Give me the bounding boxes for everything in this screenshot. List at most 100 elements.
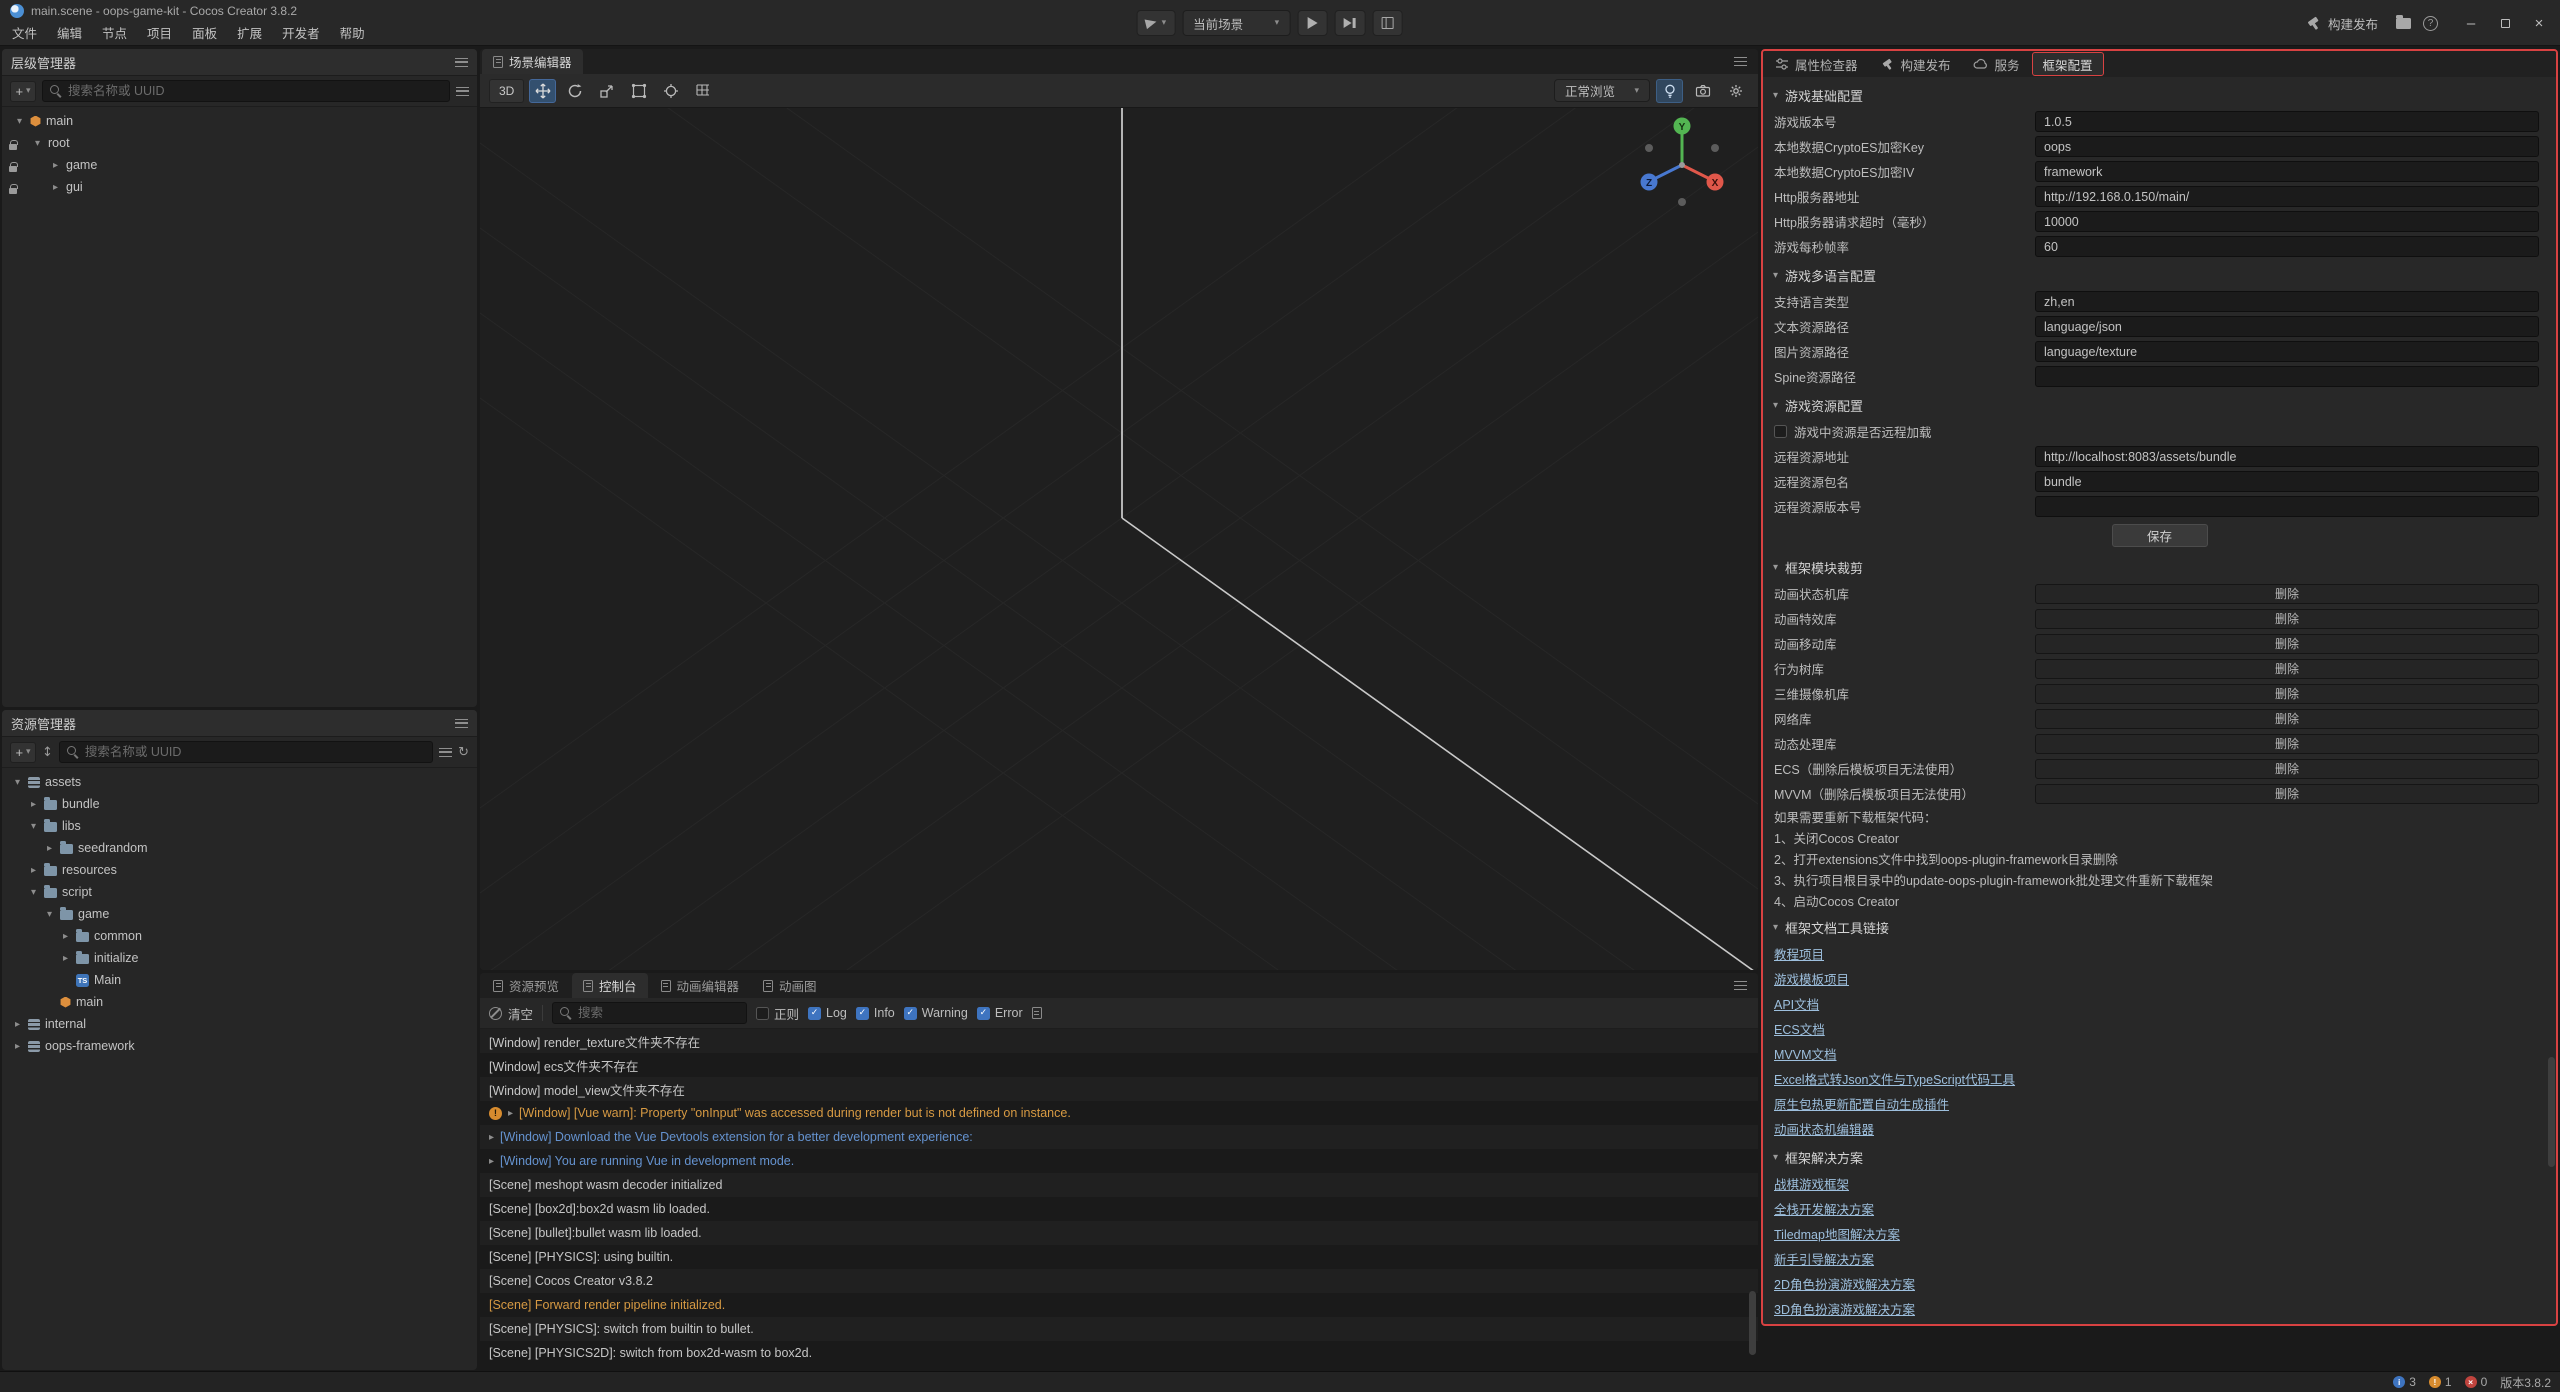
expand-chevron-icon[interactable]: ▸ (508, 1108, 513, 1119)
game-version-input[interactable] (2035, 111, 2539, 132)
filter-icon[interactable] (456, 87, 469, 96)
link-tiledmap-solution[interactable]: Tiledmap地图解决方案 (1763, 1221, 2556, 1246)
regex-checkbox[interactable]: 正则 (756, 1004, 799, 1023)
delete-button[interactable]: 删除 (2035, 709, 2539, 729)
lock-icon[interactable] (9, 183, 17, 197)
console-search-input[interactable] (578, 1006, 739, 1020)
maximize-button[interactable] (2490, 9, 2520, 37)
log-row-warning[interactable]: ! ▸ [Window] [Vue warn]: Property "onInp… (480, 1101, 1758, 1125)
sort-icon[interactable]: ↕ (42, 745, 53, 760)
fps-input[interactable] (2035, 236, 2539, 257)
menu-extension[interactable]: 扩展 (228, 22, 271, 43)
remote-load-checkbox[interactable]: 游戏中资源是否远程加载 (1763, 419, 2556, 444)
clear-console-button[interactable]: 清空 (489, 1004, 533, 1023)
log-row[interactable]: [Scene] [bullet]:bullet wasm lib loaded. (480, 1221, 1758, 1245)
delete-button[interactable]: 删除 (2035, 684, 2539, 704)
filter-icon[interactable] (439, 748, 452, 757)
chevron-down-icon[interactable]: ▾ (44, 909, 55, 920)
create-node-button[interactable]: +▾ (10, 81, 36, 102)
http-timeout-input[interactable] (2035, 211, 2539, 232)
link-rpg3d-solution[interactable]: 3D角色扮演游戏解决方案 (1763, 1296, 2556, 1321)
menu-project[interactable]: 项目 (138, 22, 181, 43)
panel-menu-icon[interactable] (1734, 981, 1747, 990)
asset-node-resources[interactable]: ▸ resources (2, 859, 477, 881)
delete-button[interactable]: 删除 (2035, 609, 2539, 629)
link-rpg2d-solution[interactable]: 2D角色扮演游戏解决方案 (1763, 1271, 2556, 1296)
hierarchy-search-input[interactable] (68, 84, 442, 98)
orientation-gizmo[interactable]: Y X Z (1627, 110, 1737, 220)
filter-warning-checkbox[interactable]: ✓ Warning (904, 1006, 968, 1020)
link-mvvm-docs[interactable]: MVVM文档 (1763, 1041, 2556, 1066)
tab-property-inspector[interactable]: 属性检查器 (1765, 52, 1868, 76)
link-chess-framework[interactable]: 战棋游戏框架 (1763, 1171, 2556, 1196)
remote-version-input[interactable] (2035, 496, 2539, 517)
hierarchy-node-gui[interactable]: ▸ gui (2, 176, 477, 198)
link-guide-solution[interactable]: 新手引导解决方案 (1763, 1246, 2556, 1271)
chevron-down-icon[interactable]: ▾ (12, 777, 23, 788)
asset-node-game[interactable]: ▾ game (2, 903, 477, 925)
chevron-right-icon[interactable]: ▸ (50, 160, 61, 171)
link-fullstack-solution[interactable]: 全栈开发解决方案 (1763, 1196, 2556, 1221)
console-scrollbar[interactable] (1749, 1291, 1756, 1355)
asset-node-oops-framework[interactable]: ▸ oops-framework (2, 1035, 477, 1057)
link-excel-tool[interactable]: Excel格式转Json文件与TypeScript代码工具 (1763, 1066, 2556, 1091)
preview-platform-button[interactable]: ▾ (1137, 10, 1176, 36)
create-asset-button[interactable]: +▾ (10, 742, 36, 763)
asset-node-bundle[interactable]: ▸ bundle (2, 793, 477, 815)
mode-3d-button[interactable]: 3D (489, 79, 524, 103)
tab-animation-editor[interactable]: 动画编辑器 (650, 973, 751, 998)
text-path-input[interactable] (2035, 316, 2539, 337)
info-count[interactable]: i 3 (2393, 1375, 2416, 1389)
link-template-project[interactable]: 游戏模板项目 (1763, 966, 2556, 991)
log-row[interactable]: [Window] model_view文件夹不存在 (480, 1077, 1758, 1101)
log-row[interactable]: [Scene] [box2d]:box2d wasm lib loaded. (480, 1197, 1758, 1221)
menu-help[interactable]: 帮助 (331, 22, 374, 43)
chevron-down-icon[interactable]: ▾ (14, 116, 25, 127)
chevron-right-icon[interactable]: ▸ (44, 843, 55, 854)
asset-node-initialize[interactable]: ▸ initialize (2, 947, 477, 969)
delete-button[interactable]: 删除 (2035, 634, 2539, 654)
asset-node-assets[interactable]: ▾ assets (2, 771, 477, 793)
languages-input[interactable] (2035, 291, 2539, 312)
play-button[interactable] (1297, 10, 1327, 36)
link-tutorial-project[interactable]: 教程项目 (1763, 941, 2556, 966)
scene-light-button[interactable] (1656, 79, 1683, 103)
tab-build-publish[interactable]: 构建发布 (1870, 52, 1961, 76)
link-ecs-docs[interactable]: ECS文档 (1763, 1016, 2556, 1041)
open-project-folder-icon[interactable] (2396, 18, 2411, 29)
refresh-icon[interactable]: ↻ (458, 745, 469, 760)
tab-asset-preview[interactable]: 资源预览 (482, 973, 570, 998)
section-solutions[interactable]: ▾ 框架解决方案 (1763, 1144, 2556, 1171)
menu-node[interactable]: 节点 (93, 22, 136, 43)
crypto-iv-input[interactable] (2035, 161, 2539, 182)
log-row-info[interactable]: ▸ [Window] Download the Vue Devtools ext… (480, 1125, 1758, 1149)
tab-service[interactable]: 服务 (1963, 52, 2030, 76)
asset-node-script[interactable]: ▾ script (2, 881, 477, 903)
assets-search-input[interactable] (85, 745, 425, 759)
move-tool-button[interactable] (529, 79, 556, 103)
log-row[interactable]: [Scene] Cocos Creator v3.8.2 (480, 1269, 1758, 1293)
chevron-down-icon[interactable]: ▾ (28, 821, 39, 832)
chevron-right-icon[interactable]: ▸ (28, 865, 39, 876)
crypto-key-input[interactable] (2035, 136, 2539, 157)
panel-menu-icon[interactable] (1734, 57, 1747, 66)
spine-path-input[interactable] (2035, 366, 2539, 387)
lock-icon[interactable] (9, 139, 17, 153)
chevron-right-icon[interactable]: ▸ (28, 799, 39, 810)
texture-path-input[interactable] (2035, 341, 2539, 362)
link-api-docs[interactable]: API文档 (1763, 991, 2556, 1016)
layout-button[interactable] (1372, 10, 1402, 36)
expand-chevron-icon[interactable]: ▸ (489, 1156, 494, 1167)
delete-button[interactable]: 删除 (2035, 784, 2539, 804)
delete-button[interactable]: 删除 (2035, 759, 2539, 779)
menu-file[interactable]: 文件 (3, 22, 46, 43)
chevron-right-icon[interactable]: ▸ (60, 953, 71, 964)
asset-node-main-scene[interactable]: main (2, 991, 477, 1013)
tab-framework-config[interactable]: 框架配置 (2032, 52, 2104, 76)
chevron-right-icon[interactable]: ▸ (50, 182, 61, 193)
log-row[interactable]: [Scene] [PHYSICS]: switch from builtin t… (480, 1317, 1758, 1341)
tab-scene-editor[interactable]: 场景编辑器 (482, 49, 583, 74)
close-button[interactable]: × (2524, 9, 2554, 37)
section-doc-links[interactable]: ▾ 框架文档工具链接 (1763, 914, 2556, 941)
menu-edit[interactable]: 编辑 (48, 22, 91, 43)
